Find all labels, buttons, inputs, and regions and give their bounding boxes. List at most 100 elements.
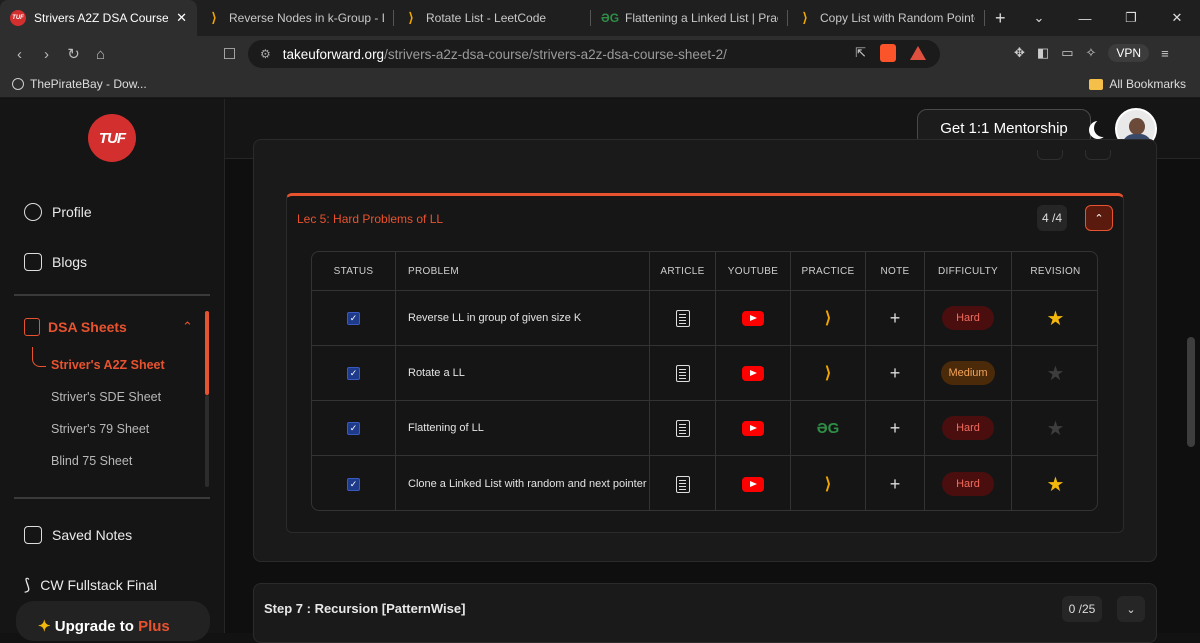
youtube-icon[interactable] xyxy=(742,365,764,381)
revision-cell: ★ xyxy=(1012,291,1097,345)
youtube-icon[interactable] xyxy=(742,310,764,326)
sidebar-item-a2z-sheet[interactable]: Striver's A2Z Sheet xyxy=(51,358,165,372)
status-checkbox[interactable]: ✓ xyxy=(347,366,360,380)
gfg-icon[interactable]: ƏG xyxy=(817,420,840,437)
upgrade-button[interactable]: ✦ Upgrade to Plus xyxy=(16,601,210,641)
reload-icon[interactable]: ↻ xyxy=(60,45,87,63)
chevron-up-icon[interactable]: ⌃ xyxy=(1085,205,1113,231)
tab-search-icon[interactable]: ⌄ xyxy=(1016,10,1062,26)
youtube-icon[interactable] xyxy=(742,476,764,492)
divider xyxy=(14,497,210,499)
youtube-cell xyxy=(716,291,791,345)
brave-shields-icon[interactable] xyxy=(880,44,896,62)
bookmark-item[interactable]: ThePirateBay - Dow... xyxy=(12,77,147,91)
brave-rewards-icon[interactable] xyxy=(910,46,926,60)
lecture-progress: 4 /4 xyxy=(1037,205,1067,231)
close-icon[interactable]: ✕ xyxy=(176,10,187,26)
window-controls: ⌄ — ❐ ✕ xyxy=(1016,0,1200,36)
add-note-icon[interactable]: + xyxy=(890,308,901,329)
folder-icon xyxy=(1089,78,1104,90)
practice-cell: ⟩ xyxy=(791,291,866,345)
bookmark-icon[interactable]: ☐ xyxy=(216,45,243,63)
youtube-icon[interactable] xyxy=(742,420,764,436)
tab-reverse-nodes[interactable]: ⟩ Reverse Nodes in k-Group - Leet xyxy=(197,0,394,36)
vpn-button[interactable]: VPN xyxy=(1108,44,1150,62)
site-info-icon[interactable]: ⚙ xyxy=(260,47,271,61)
revision-cell: ★ xyxy=(1012,456,1097,510)
chevron-down-icon[interactable]: ⌄ xyxy=(1117,596,1145,622)
page-scrollbar-thumb[interactable] xyxy=(1187,337,1195,447)
tuf-logo[interactable]: TUF xyxy=(88,114,136,162)
sidebar-item-79-sheet[interactable]: Striver's 79 Sheet xyxy=(51,422,149,436)
sidebar-item-cw-fullstack[interactable]: ⟆ CW Fullstack Final xyxy=(24,575,157,595)
leetcode-icon[interactable]: ⟩ xyxy=(825,308,831,328)
problem-name[interactable]: Reverse LL in group of given size K xyxy=(396,291,650,345)
difficulty-badge: Hard xyxy=(942,472,994,496)
star-icon[interactable]: ★ xyxy=(1047,472,1065,497)
restore-icon[interactable]: ❐ xyxy=(1108,10,1154,26)
leetcode-icon[interactable]: ⟩ xyxy=(825,363,831,383)
tab-copy-list[interactable]: ⟩ Copy List with Random Pointer - xyxy=(788,0,985,36)
problem-name[interactable]: Rotate a LL xyxy=(396,346,650,400)
sidebar-item-blogs[interactable]: Blogs xyxy=(24,253,87,271)
star-icon[interactable]: ★ xyxy=(1047,361,1065,386)
status-checkbox[interactable]: ✓ xyxy=(347,421,360,435)
article-icon[interactable] xyxy=(675,475,690,493)
leo-icon[interactable]: ✧ xyxy=(1086,45,1097,61)
sidebar-item-dsa-sheets[interactable]: DSA Sheets xyxy=(24,318,127,336)
add-note-icon[interactable]: + xyxy=(890,474,901,495)
youtube-cell xyxy=(716,401,791,455)
tab-flattening[interactable]: ƏG Flattening a Linked List | Practice xyxy=(591,0,788,36)
article-icon[interactable] xyxy=(675,309,690,327)
home-icon[interactable]: ⌂ xyxy=(87,46,114,63)
note-cell: + xyxy=(866,401,925,455)
minimize-icon[interactable]: — xyxy=(1062,11,1108,26)
sidebar-item-saved-notes[interactable]: Saved Notes xyxy=(24,526,132,544)
article-icon[interactable] xyxy=(675,364,690,382)
sidebar-item-blind-75[interactable]: Blind 75 Sheet xyxy=(51,454,132,468)
article-cell xyxy=(650,401,716,455)
tab-strivers[interactable]: TUF Strivers A2Z DSA Course/She ✕ xyxy=(0,0,197,36)
back-icon[interactable]: ‹ xyxy=(6,46,33,63)
leetcode-icon[interactable]: ⟩ xyxy=(825,474,831,494)
col-revision: REVISION xyxy=(1030,265,1081,277)
divider xyxy=(14,294,210,296)
sidebar-scrollbar-thumb[interactable] xyxy=(205,311,209,395)
menu-icon[interactable]: ≡ xyxy=(1161,46,1169,61)
problems-table: STATUS PROBLEM ARTICLE YOUTUBE PRACTICE … xyxy=(311,251,1098,511)
problem-name[interactable]: Flattening of LL xyxy=(396,401,650,455)
new-tab-button[interactable]: + xyxy=(995,8,1006,29)
lecture-title[interactable]: Lec 5: Hard Problems of LL xyxy=(297,212,443,226)
url-field[interactable]: ⚙ takeuforward.org/strivers-a2z-dsa-cour… xyxy=(248,40,940,68)
status-checkbox[interactable]: ✓ xyxy=(347,311,360,325)
sidebar-scrollbar-track[interactable] xyxy=(205,395,209,487)
add-note-icon[interactable]: + xyxy=(890,363,901,384)
star-icon[interactable]: ★ xyxy=(1047,306,1065,331)
sidebar-item-sde-sheet[interactable]: Striver's SDE Sheet xyxy=(51,390,161,404)
status-checkbox[interactable]: ✓ xyxy=(347,477,360,491)
status-cell: ✓ xyxy=(312,456,396,510)
share-icon[interactable]: ⇱ xyxy=(855,45,866,61)
step-title[interactable]: Step 7 : Recursion [PatternWise] xyxy=(264,601,465,616)
star-icon[interactable]: ★ xyxy=(1047,416,1065,441)
chevron-up-icon[interactable]: ⌃ xyxy=(182,319,193,335)
extensions-icon[interactable]: ✥ xyxy=(1014,45,1025,61)
problem-name[interactable]: Clone a Linked List with random and next… xyxy=(396,456,650,510)
tab-rotate-list[interactable]: ⟩ Rotate List - LeetCode xyxy=(394,0,591,36)
all-bookmarks-label: All Bookmarks xyxy=(1109,77,1186,91)
close-window-icon[interactable]: ✕ xyxy=(1154,10,1200,26)
wallet-icon[interactable]: ▭ xyxy=(1061,45,1073,61)
gfg-icon: ƏG xyxy=(601,11,620,25)
sidebar-icon[interactable]: ◧ xyxy=(1037,45,1049,61)
article-icon[interactable] xyxy=(675,419,690,437)
forward-icon[interactable]: › xyxy=(33,46,60,63)
add-note-icon[interactable]: + xyxy=(890,418,901,439)
sidebar-item-profile[interactable]: Profile xyxy=(24,203,92,221)
moon-icon[interactable] xyxy=(1094,119,1112,137)
difficulty-cell: Hard xyxy=(925,456,1012,510)
status-cell: ✓ xyxy=(312,346,396,400)
all-bookmarks[interactable]: All Bookmarks xyxy=(1089,77,1186,91)
table-row: ✓ Clone a Linked List with random and ne… xyxy=(312,456,1097,510)
practice-cell: ⟩ xyxy=(791,346,866,400)
practice-cell: ƏG xyxy=(791,401,866,455)
